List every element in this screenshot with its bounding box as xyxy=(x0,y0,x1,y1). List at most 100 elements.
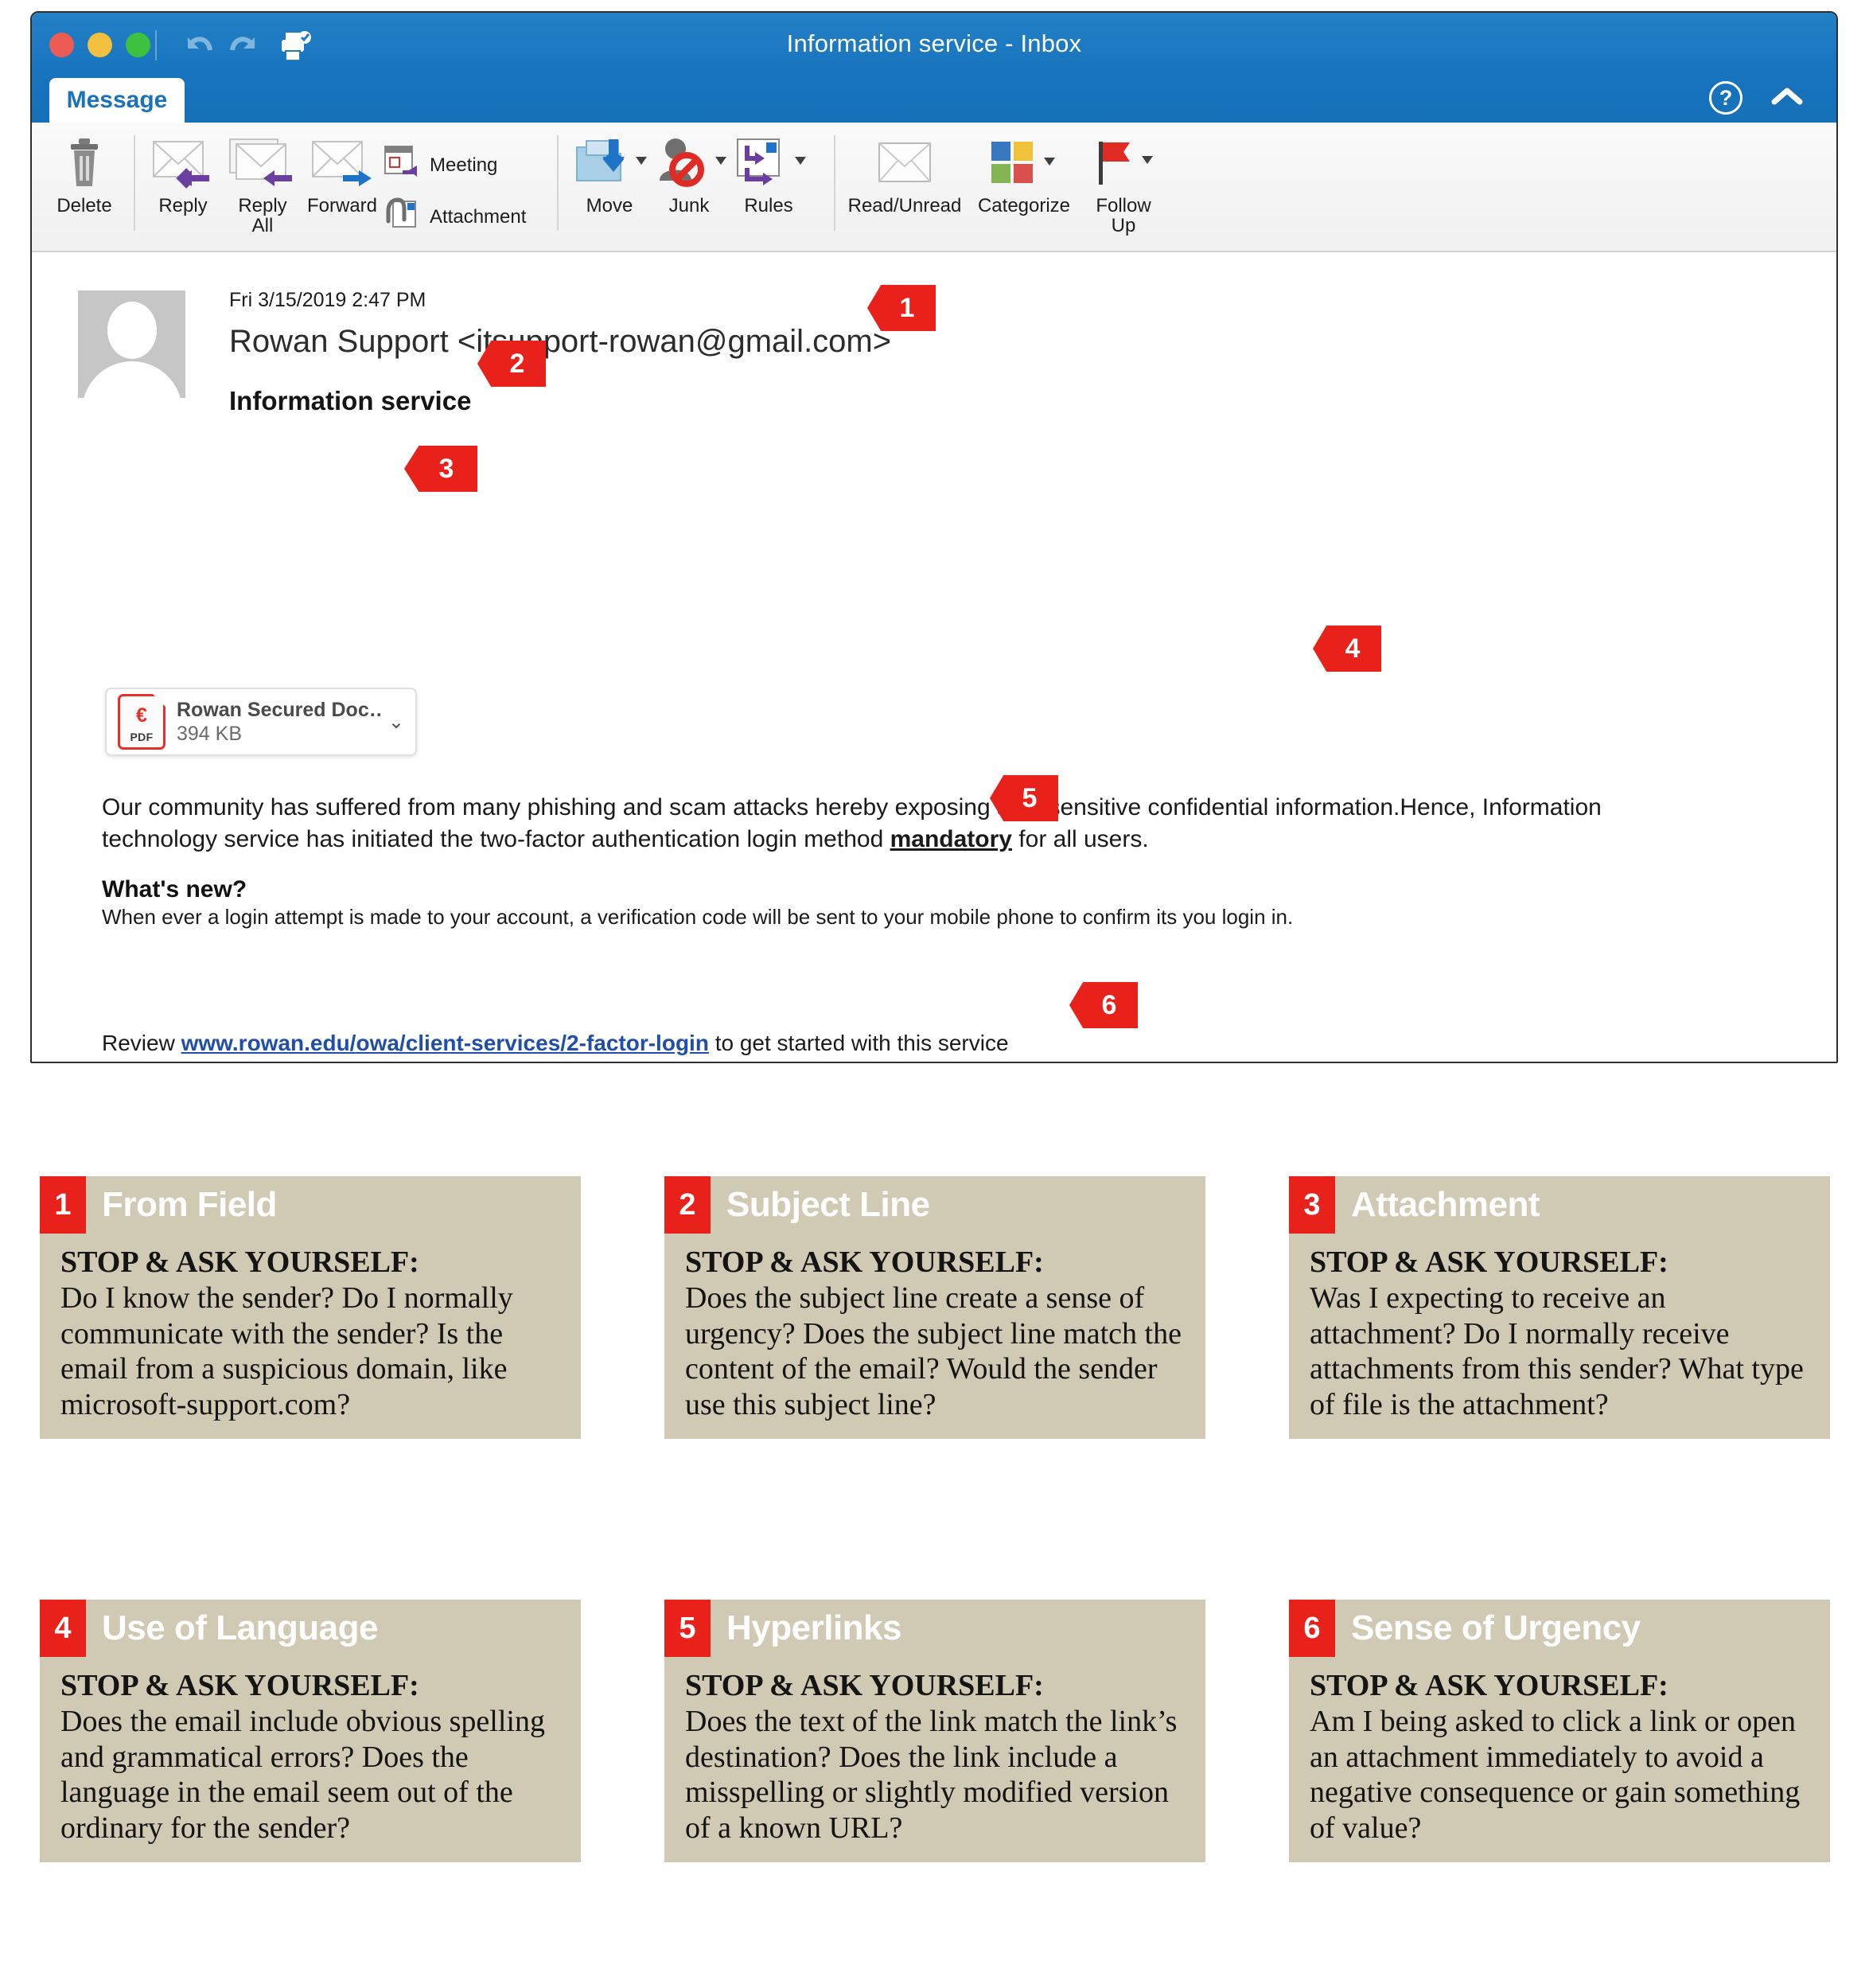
attachment-button[interactable]: Attachment xyxy=(382,195,526,239)
meeting-button[interactable]: Meeting xyxy=(382,143,526,187)
tip-card-5: 5 Hyperlinks STOP & ASK YOURSELF: Does t… xyxy=(664,1600,1205,1863)
trash-icon xyxy=(64,132,104,194)
ribbon-tabstrip: Message ? xyxy=(32,78,1836,123)
forward-button[interactable]: Forward xyxy=(302,127,382,247)
body-paragraph-1-text: Our community has suffered from many phi… xyxy=(102,794,1602,853)
tip-card-4-header: 4 Use of Language xyxy=(40,1600,581,1657)
tip-card-2-number: 2 xyxy=(664,1176,711,1234)
ribbon-separator xyxy=(557,135,559,231)
message-date: Fri 3/15/2019 2:47 PM xyxy=(229,289,426,311)
tip-card-6-title: Sense of Urgency xyxy=(1351,1608,1641,1647)
categorize-button[interactable]: Categorize xyxy=(964,127,1084,247)
categorize-label: Categorize xyxy=(977,195,1071,216)
body-paragraph-1: Our community has suffered from many phi… xyxy=(102,792,1661,856)
tip-card-3-header: 3 Attachment xyxy=(1289,1176,1830,1234)
delete-button[interactable]: Delete xyxy=(45,127,124,247)
whats-new-heading: What's new? xyxy=(102,876,247,902)
ribbon-group-move: Move Junk Rules xyxy=(570,127,808,247)
delete-label: Delete xyxy=(56,195,112,216)
collapse-ribbon-icon[interactable] xyxy=(1770,84,1805,112)
tip-card-5-number: 5 xyxy=(664,1600,711,1657)
tip-card-2-title: Subject Line xyxy=(726,1185,930,1224)
red-flag-icon xyxy=(1089,132,1158,194)
tip-card-2-body: STOP & ASK YOURSELF: Does the subject li… xyxy=(664,1234,1205,1423)
callout-badge-6: 6 xyxy=(1069,982,1138,1028)
tip-card-3: 3 Attachment STOP & ASK YOURSELF: Was I … xyxy=(1289,1176,1830,1440)
email-window: Information service - Inbox Message ? De… xyxy=(30,11,1838,1063)
tip-card-6-header: 6 Sense of Urgency xyxy=(1289,1600,1830,1657)
message-reading-pane: Fri 3/15/2019 2:47 PM Rowan Support <its… xyxy=(32,252,1836,1062)
reply-all-label: Reply All xyxy=(238,195,287,237)
ribbon-group-respond: Reply Reply All Forward Meeting Attachme… xyxy=(143,127,526,247)
follow-up-button[interactable]: Follow Up xyxy=(1084,127,1163,247)
tip-card-3-stop: STOP & ASK YOURSELF: xyxy=(1310,1245,1668,1279)
tip-card-1-header: 1 From Field xyxy=(40,1176,581,1234)
whats-new-body: When ever a login attempt is made to you… xyxy=(102,905,1294,929)
rules-arrows-icon xyxy=(731,132,806,194)
envelope-icon xyxy=(875,132,934,194)
ribbon-group-tags: Read/Unread Categorize Follow Up xyxy=(845,127,1163,247)
rules-label: Rules xyxy=(744,195,793,216)
reply-button[interactable]: Reply xyxy=(143,127,223,247)
attachment-chip[interactable]: € PDF Rowan Secured Doc… 394 KB ⌄ xyxy=(105,688,417,756)
junk-button[interactable]: Junk xyxy=(649,127,729,247)
body-paragraph-1-tail: for all users. xyxy=(1011,826,1149,853)
tip-card-4-number: 4 xyxy=(40,1600,86,1657)
move-label: Move xyxy=(586,195,633,216)
window-titlebar: Information service - Inbox xyxy=(32,13,1836,78)
attachment-size: 394 KB xyxy=(177,722,243,745)
tip-card-6-number: 6 xyxy=(1289,1600,1335,1657)
reply-all-button[interactable]: Reply All xyxy=(223,127,302,247)
callout-badge-2: 2 xyxy=(477,341,546,387)
tip-card-1-title: From Field xyxy=(102,1185,277,1224)
review-prefix: Review xyxy=(102,1031,181,1055)
tip-card-4-question: Does the email include obvious spelling … xyxy=(60,1704,545,1846)
read-unread-button[interactable]: Read/Unread xyxy=(845,127,964,247)
tip-card-6-question: Am I being asked to click a link or open… xyxy=(1310,1704,1801,1846)
forward-envelope-icon xyxy=(308,132,376,194)
pdf-file-icon: € PDF xyxy=(118,694,165,750)
tip-card-4-stop: STOP & ASK YOURSELF: xyxy=(60,1669,419,1702)
junk-label: Junk xyxy=(668,195,710,216)
paperclip-attachment-icon xyxy=(382,195,422,239)
callout-badge-3: 3 xyxy=(404,446,477,492)
window-title: Information service - Inbox xyxy=(786,29,1082,57)
meeting-label: Meeting xyxy=(430,154,498,176)
rules-button[interactable]: Rules xyxy=(729,127,808,247)
from-field: Rowan Support <itsupport-rowan@gmail.com… xyxy=(229,324,892,359)
tip-card-3-number: 3 xyxy=(1289,1176,1335,1234)
callout-badge-4: 4 xyxy=(1313,626,1381,672)
attachment-meta: Rowan Secured Doc… 394 KB xyxy=(177,699,384,746)
review-line: Review www.rowan.edu/owa/client-services… xyxy=(102,1031,1009,1056)
tip-card-1: 1 From Field STOP & ASK YOURSELF: Do I k… xyxy=(40,1176,581,1440)
tip-card-4: 4 Use of Language STOP & ASK YOURSELF: D… xyxy=(40,1600,581,1863)
ribbon-group-delete: Delete xyxy=(45,127,124,247)
callout-badge-5: 5 xyxy=(990,775,1058,821)
tip-card-5-stop: STOP & ASK YOURSELF: xyxy=(685,1669,1044,1702)
ribbon-toolbar: Delete Reply Reply All Forward Meeting A… xyxy=(32,123,1836,252)
tip-card-3-title: Attachment xyxy=(1351,1185,1540,1224)
junk-person-block-icon xyxy=(652,132,726,194)
phishing-hyperlink[interactable]: www.rowan.edu/owa/client-services/2-fact… xyxy=(181,1031,709,1055)
help-icon[interactable]: ? xyxy=(1709,81,1742,115)
tip-card-6-stop: STOP & ASK YOURSELF: xyxy=(1310,1669,1668,1702)
tip-card-1-question: Do I know the sender? Do I normally comm… xyxy=(60,1281,513,1422)
reply-label: Reply xyxy=(158,195,208,216)
subject-line: Information service xyxy=(229,386,472,415)
chevron-down-icon[interactable]: ⌄ xyxy=(384,711,404,734)
move-button[interactable]: Move xyxy=(570,127,649,247)
tip-card-4-title: Use of Language xyxy=(102,1608,379,1647)
calendar-meeting-icon xyxy=(382,143,422,187)
ribbon-separator xyxy=(134,135,135,231)
reply-all-envelope-icon xyxy=(228,132,297,194)
move-folder-icon xyxy=(572,132,647,194)
tip-card-1-number: 1 xyxy=(40,1176,86,1234)
tip-card-1-body: STOP & ASK YOURSELF: Do I know the sende… xyxy=(40,1234,581,1423)
callout-badge-1: 1 xyxy=(867,285,936,331)
attachment-name: Rowan Secured Doc… xyxy=(177,698,384,721)
attachment-label: Attachment xyxy=(430,205,527,228)
tip-card-4-body: STOP & ASK YOURSELF: Does the email incl… xyxy=(40,1657,581,1846)
forward-label: Forward xyxy=(306,195,378,216)
tab-message[interactable]: Message xyxy=(49,78,185,123)
tip-card-2-question: Does the subject line create a sense of … xyxy=(685,1281,1182,1422)
